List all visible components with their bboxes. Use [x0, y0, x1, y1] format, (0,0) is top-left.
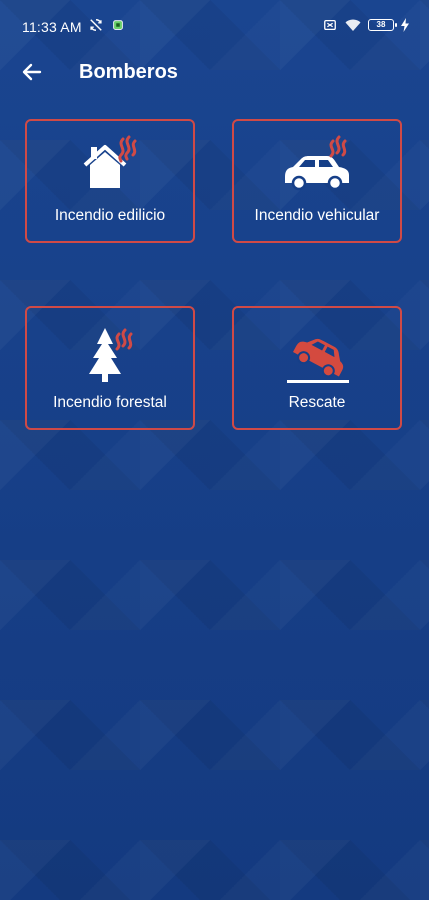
house-fire-icon	[27, 135, 193, 201]
card-label: Incendio forestal	[53, 394, 167, 411]
card-label: Incendio edilicio	[54, 207, 166, 224]
card-label: Incendio vehicular	[254, 207, 380, 224]
card-incendio-vehicular[interactable]: Incendio vehicular	[232, 119, 402, 243]
rescue-vehicle-icon	[234, 322, 400, 388]
card-label: Rescate	[288, 394, 346, 411]
emergency-type-grid: Incendio edilicio Incendio vehicular Inc…	[0, 0, 429, 900]
card-incendio-edilicio[interactable]: Incendio edilicio	[25, 119, 195, 243]
car-fire-icon	[234, 135, 400, 201]
card-rescate[interactable]: Rescate	[232, 306, 402, 430]
tree-fire-icon	[27, 322, 193, 388]
card-incendio-forestal[interactable]: Incendio forestal	[25, 306, 195, 430]
